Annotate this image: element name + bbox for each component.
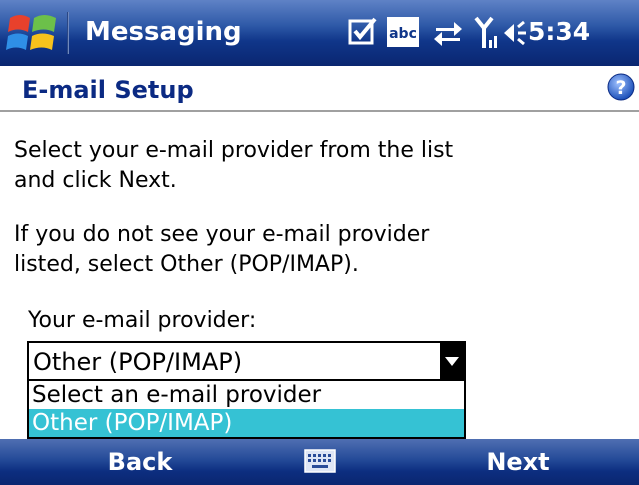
checkbox-icon[interactable] xyxy=(348,16,378,46)
chevron-down-icon xyxy=(445,357,459,366)
svg-text:abc: abc xyxy=(389,26,417,42)
provider-select-value: Other (POP/IMAP) xyxy=(33,348,243,376)
keyboard-icon[interactable] xyxy=(304,447,336,475)
provider-label: Your e-mail provider: xyxy=(28,308,257,333)
connectivity-arrows-icon[interactable] xyxy=(432,18,464,48)
volume-icon[interactable] xyxy=(502,18,528,48)
softkey-bar: Back Next xyxy=(0,439,639,485)
back-softkey[interactable]: Back xyxy=(80,439,200,485)
svg-text:?: ? xyxy=(615,77,626,99)
dropdown-option-selected[interactable]: Other (POP/IMAP) xyxy=(29,409,464,437)
app-title: Messaging xyxy=(85,17,242,47)
page-title: E-mail Setup xyxy=(22,76,194,104)
instruction-text-2: If you do not see your e-mail provider l… xyxy=(14,222,430,277)
title-bar: Messaging abc 5:34 xyxy=(0,0,639,66)
clock[interactable]: 5:34 xyxy=(528,17,590,46)
page-header: E-mail Setup xyxy=(0,66,639,112)
provider-select[interactable]: Other (POP/IMAP) xyxy=(27,341,466,381)
provider-dropdown-list: Select an e-mail provider Other (POP/IMA… xyxy=(27,381,466,439)
instruction-text-1: Select your e-mail provider from the lis… xyxy=(14,138,454,193)
dropdown-arrow-button[interactable] xyxy=(440,343,464,379)
signal-icon[interactable] xyxy=(474,16,502,50)
start-flag-icon[interactable] xyxy=(4,6,62,60)
abc-icon[interactable]: abc xyxy=(386,16,420,48)
title-separator xyxy=(67,12,69,54)
next-softkey[interactable]: Next xyxy=(458,439,578,485)
help-icon[interactable]: ? xyxy=(607,73,635,101)
dropdown-option[interactable]: Select an e-mail provider xyxy=(29,381,464,409)
